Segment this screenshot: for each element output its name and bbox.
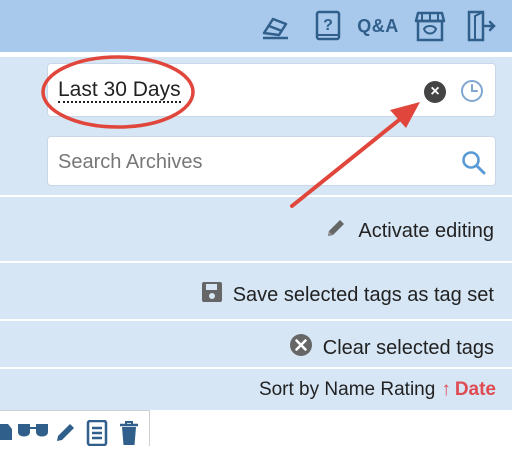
item-toolbar	[0, 410, 150, 449]
search-field[interactable]	[47, 136, 496, 186]
date-range-value[interactable]: Last 30 Days	[58, 79, 181, 103]
qa-icon[interactable]: Q&A	[356, 8, 400, 44]
sort-option-name[interactable]: Name	[324, 379, 375, 400]
activate-editing-label: Activate editing	[358, 219, 494, 242]
qa-label: Q&A	[357, 15, 399, 36]
sort-option-date[interactable]: Date	[455, 379, 496, 400]
eraser-icon[interactable]	[258, 8, 292, 44]
edit-pencil-icon[interactable]	[54, 420, 78, 449]
clear-tags-button[interactable]: Clear selected tags	[289, 333, 494, 363]
clear-date-icon[interactable]: ×	[424, 81, 446, 103]
svg-text:?: ?	[323, 17, 333, 34]
tag-icon[interactable]	[0, 420, 12, 447]
clock-icon[interactable]	[460, 79, 484, 108]
clear-tags-icon	[289, 333, 313, 363]
sort-bar: Sort by Name Rating ↑ Date	[259, 379, 496, 401]
trash-icon[interactable]	[118, 420, 140, 451]
save-icon	[201, 280, 223, 310]
sort-label: Sort by	[258, 379, 320, 400]
logout-icon[interactable]	[462, 8, 498, 44]
list-icon[interactable]	[86, 419, 108, 451]
pencil-icon	[324, 216, 348, 246]
sort-direction-icon[interactable]: ↑	[441, 379, 451, 400]
date-range-field[interactable]: Last 30 Days ×	[47, 63, 496, 117]
top-toolbar: ? Q&A	[0, 0, 512, 52]
store-icon[interactable]	[412, 8, 448, 44]
save-tags-button[interactable]: Save selected tags as tag set	[201, 280, 494, 310]
search-icon[interactable]	[461, 150, 487, 181]
search-input[interactable]	[56, 147, 450, 177]
glasses-icon[interactable]	[16, 420, 50, 447]
activate-editing-button[interactable]: Activate editing	[324, 216, 494, 246]
sort-option-rating[interactable]: Rating	[380, 379, 435, 400]
save-tags-label: Save selected tags as tag set	[232, 283, 494, 306]
clear-tags-label: Clear selected tags	[322, 336, 494, 359]
help-icon[interactable]: ?	[311, 8, 345, 44]
